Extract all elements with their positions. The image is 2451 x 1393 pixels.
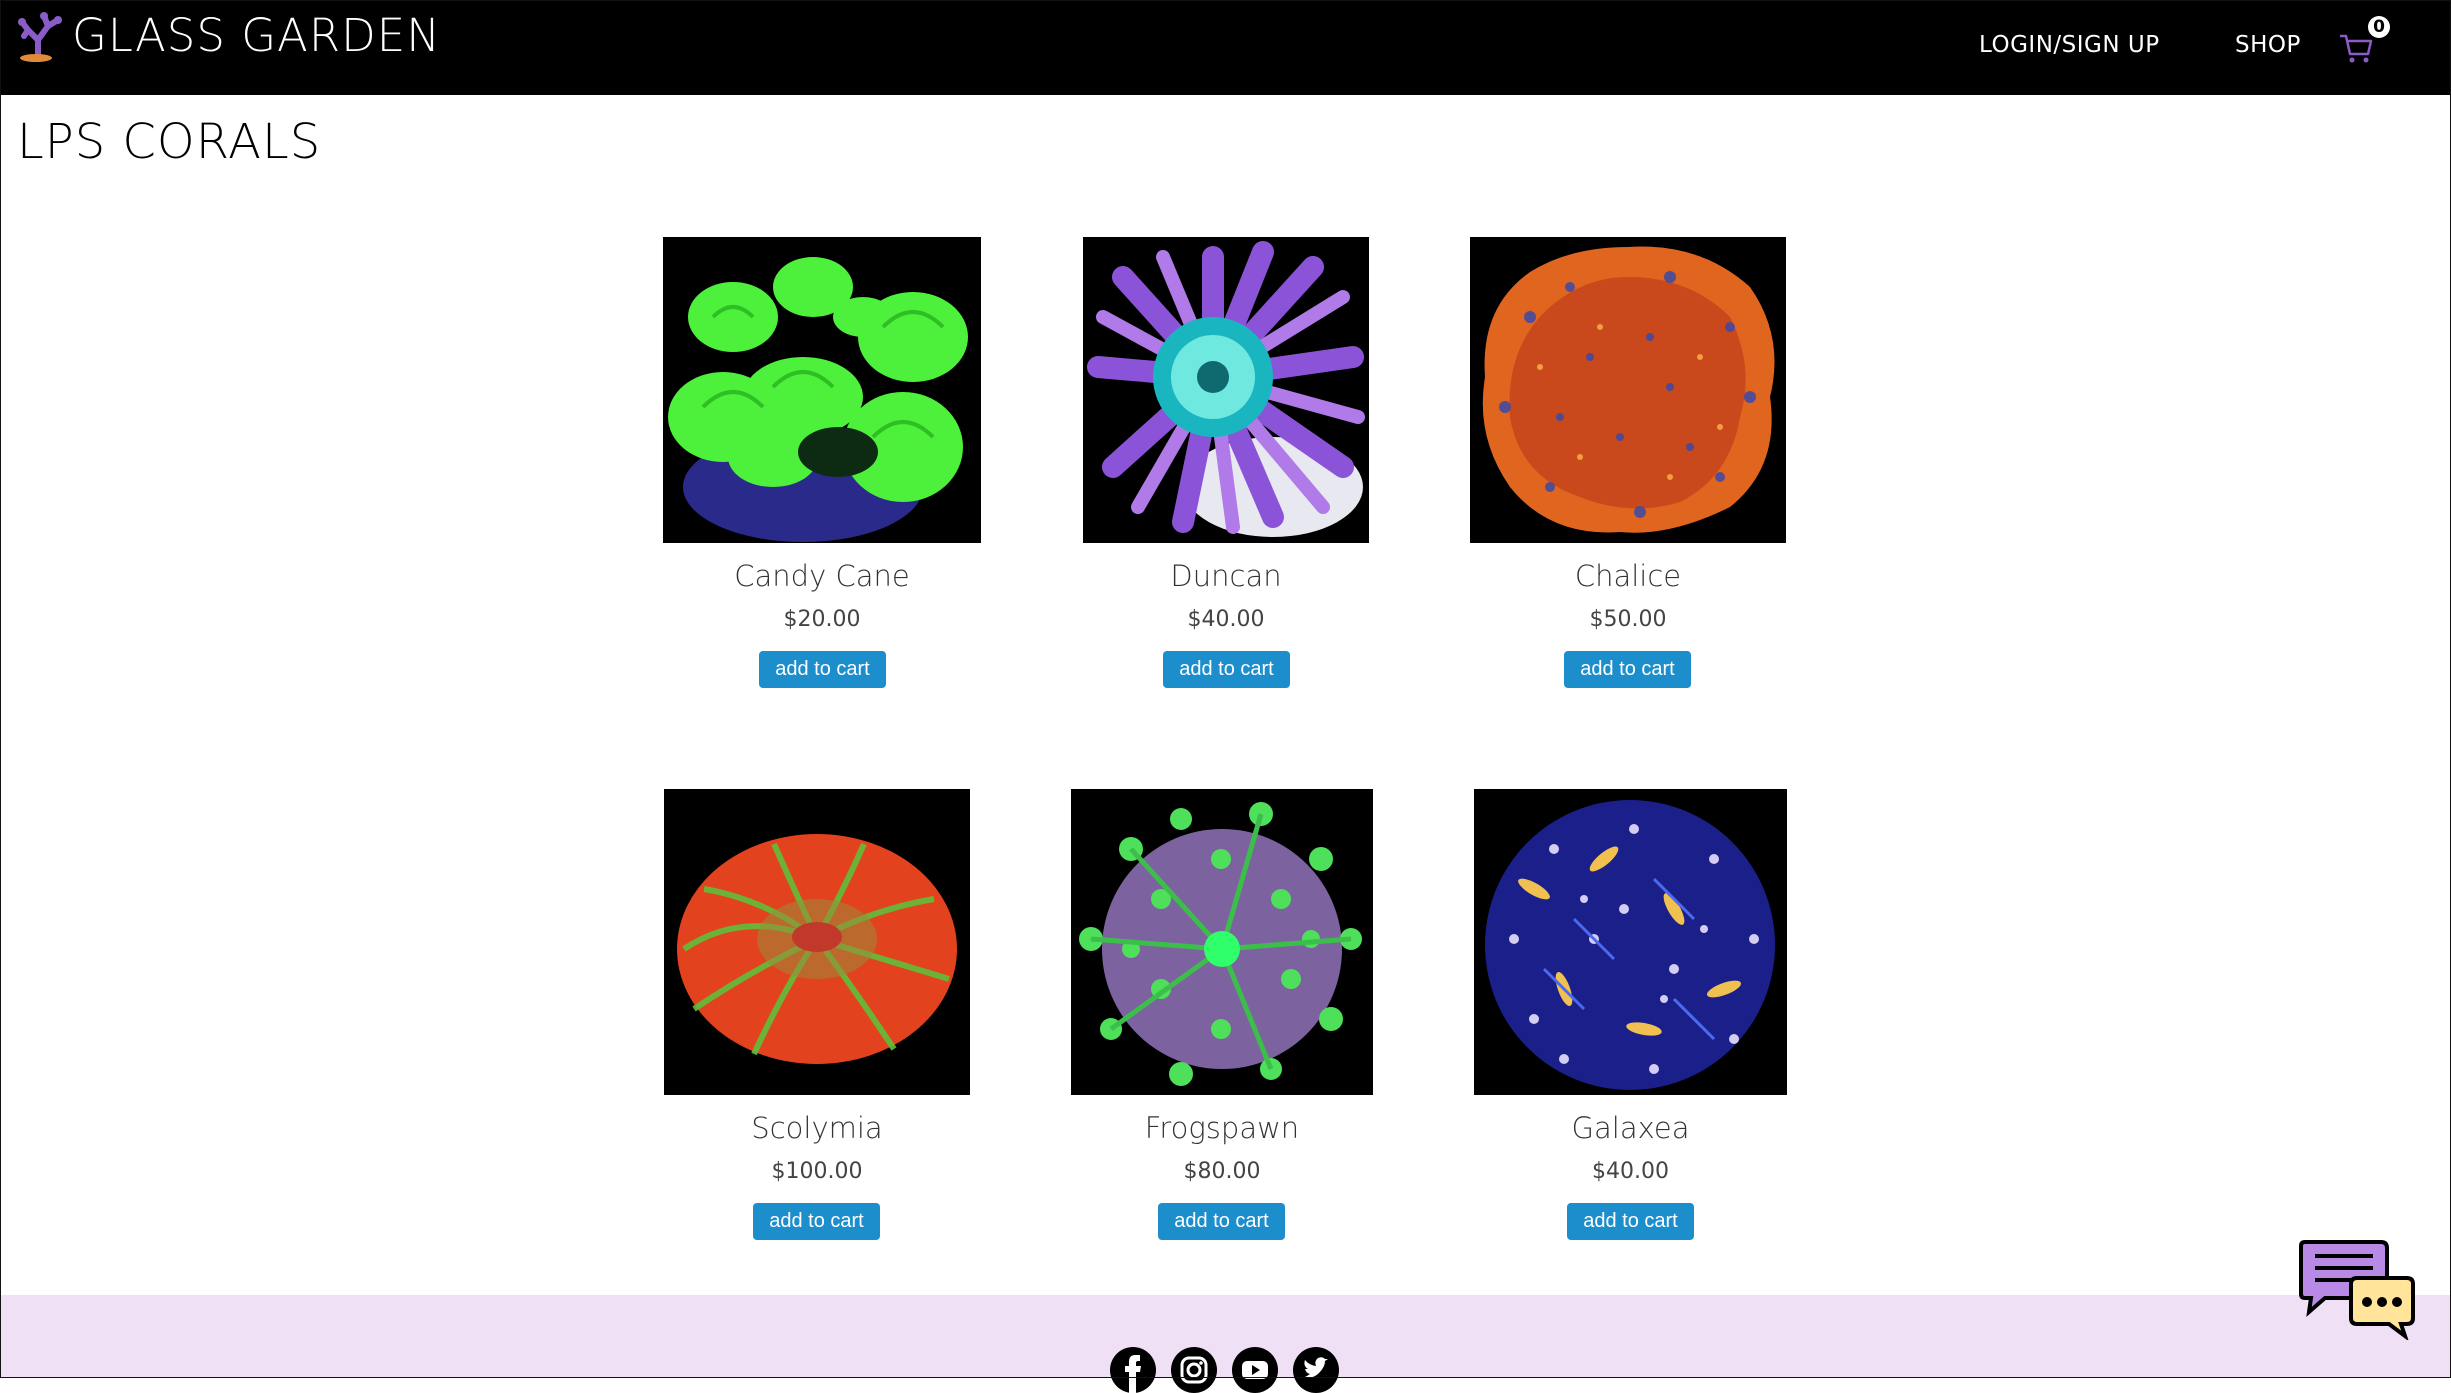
chat-button[interactable] xyxy=(2295,1240,2421,1342)
add-to-cart-button[interactable]: add to cart xyxy=(1564,651,1691,688)
product-image[interactable] xyxy=(1474,789,1787,1095)
product-price: $40.00 xyxy=(1592,1159,1669,1184)
add-to-cart-button[interactable]: add to cart xyxy=(1163,651,1290,688)
youtube-icon[interactable] xyxy=(1232,1347,1278,1393)
brand-name: GLASS GARDEN xyxy=(72,9,441,62)
nav-shop[interactable]: SHOP xyxy=(2235,32,2301,58)
product-name: Galaxea xyxy=(1571,1111,1690,1145)
product-card: Chalice $50.00 add to cart xyxy=(1470,237,1786,692)
product-price: $40.00 xyxy=(1187,607,1265,632)
product-name: Chalice xyxy=(1574,559,1682,593)
product-price: $100.00 xyxy=(771,1159,863,1184)
facebook-icon[interactable] xyxy=(1110,1347,1156,1393)
cart-count-badge: 0 xyxy=(2368,16,2390,38)
product-image[interactable] xyxy=(1470,237,1786,543)
product-card: Scolymia $100.00 add to cart xyxy=(664,789,970,1244)
twitter-icon[interactable] xyxy=(1293,1347,1339,1393)
product-image[interactable] xyxy=(1083,237,1369,543)
cart-button[interactable]: 0 xyxy=(2338,16,2390,70)
product-name: Candy Cane xyxy=(734,559,910,593)
product-card: Galaxea $40.00 add to cart xyxy=(1474,789,1787,1244)
site-footer xyxy=(0,1295,2451,1378)
product-name: Frogspawn xyxy=(1144,1111,1300,1145)
nav-login-signup[interactable]: LOGIN/SIGN UP xyxy=(1979,32,2160,58)
page-title: LPS CORALS xyxy=(17,114,322,170)
product-card: Frogspawn $80.00 add to cart xyxy=(1071,789,1373,1244)
add-to-cart-button[interactable]: add to cart xyxy=(1158,1203,1285,1240)
coral-logo-icon xyxy=(14,10,66,62)
product-card: Duncan $40.00 add to cart xyxy=(1083,237,1369,692)
brand[interactable]: GLASS GARDEN xyxy=(14,6,441,66)
product-image[interactable] xyxy=(664,789,970,1095)
product-price: $50.00 xyxy=(1589,607,1667,632)
product-card: Candy Cane $20.00 add to cart xyxy=(663,237,981,692)
chat-bubbles-icon xyxy=(2295,1240,2421,1344)
add-to-cart-button[interactable]: add to cart xyxy=(759,651,886,688)
add-to-cart-button[interactable]: add to cart xyxy=(1567,1203,1694,1240)
product-price: $20.00 xyxy=(783,607,861,632)
add-to-cart-button[interactable]: add to cart xyxy=(753,1203,880,1240)
product-price: $80.00 xyxy=(1183,1159,1261,1184)
product-image[interactable] xyxy=(663,237,981,543)
product-image[interactable] xyxy=(1071,789,1373,1095)
product-name: Scolymia xyxy=(751,1111,883,1145)
instagram-icon[interactable] xyxy=(1171,1347,1217,1393)
site-header: GLASS GARDEN LOGIN/SIGN UP SHOP 0 xyxy=(0,0,2451,95)
product-name: Duncan xyxy=(1170,559,1282,593)
